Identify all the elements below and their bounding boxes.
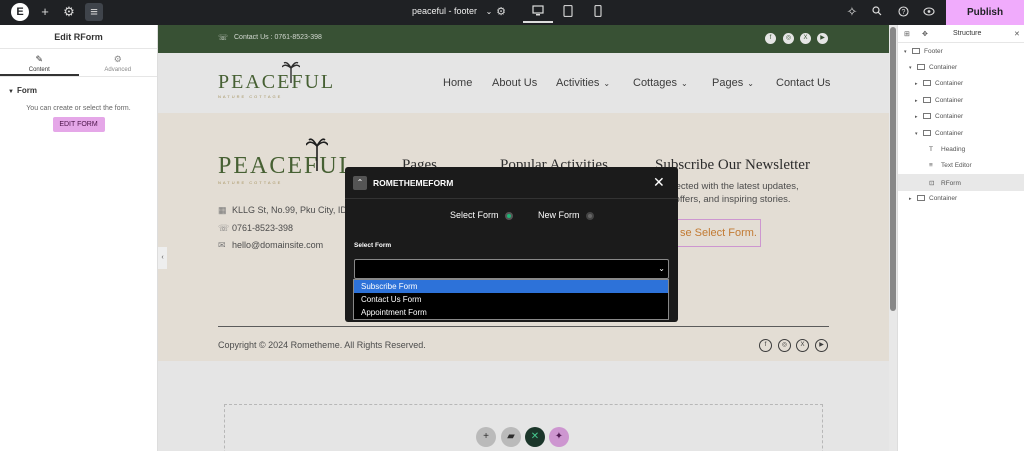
editor-topbar: E + ⚙ ≡ peaceful - footer ⌄ ⚙ ✧ ? Publis… xyxy=(0,0,1024,25)
gear-icon: ⚙ xyxy=(113,54,122,64)
tree-item[interactable]: T Heading xyxy=(929,146,965,153)
section-form-label: Form xyxy=(16,86,37,95)
chevron-down-icon: ⌄ xyxy=(658,264,665,273)
option-select-form-label: Select Form xyxy=(450,210,499,220)
caret-down-icon: ▼ xyxy=(8,89,14,95)
tablet-view-icon[interactable] xyxy=(553,3,583,23)
rometheme-logo-icon: ⌃ xyxy=(353,176,367,190)
tree-arrow-icon: ▾ xyxy=(904,49,907,55)
elementor-logo-icon[interactable]: E xyxy=(11,3,29,21)
option-new-form[interactable]: New Form xyxy=(538,210,595,220)
form-icon: ⊡ xyxy=(929,180,935,187)
move-icon[interactable]: ✥ xyxy=(922,30,928,38)
structure-title: Structure xyxy=(953,30,982,37)
text-editor-icon: ≡ xyxy=(929,162,933,169)
container-icon xyxy=(923,113,931,120)
option-select-form[interactable]: Select Form xyxy=(450,210,514,220)
tree-item[interactable]: ▸ Container xyxy=(915,80,963,87)
search-icon[interactable] xyxy=(868,3,886,21)
notifications-icon[interactable]: ✧ xyxy=(843,3,861,21)
container-icon xyxy=(912,48,920,55)
widget-edit-panel: Edit RForm ✎ Content ⚙ Advanced ▼ Form Yo… xyxy=(0,25,158,451)
tree-item-label: Container xyxy=(929,195,958,202)
tree-item-selected[interactable]: ⊡ RForm xyxy=(929,179,961,187)
help-icon[interactable]: ? xyxy=(894,3,912,21)
form-options-list: Subscribe Form Contact Us Form Appointme… xyxy=(353,279,669,320)
heading-icon: T xyxy=(929,146,933,153)
tree-item[interactable]: ▾ Footer xyxy=(904,48,943,55)
select-form-label: Select Form xyxy=(354,242,392,249)
radio-unselected-icon[interactable] xyxy=(586,211,595,220)
document-title[interactable]: peaceful - footer ⌄ xyxy=(412,6,492,16)
tree-arrow-icon: ▸ xyxy=(915,114,918,120)
tree-item-label: Container xyxy=(935,130,964,137)
structure-panel: ⊞ ✥ Structure ✕ ▾ Footer ▾ Container ▸ Cont… xyxy=(897,25,1024,451)
preview-eye-icon[interactable] xyxy=(920,3,938,21)
svg-text:?: ? xyxy=(901,9,905,16)
section-form-toggle[interactable]: ▼ Form xyxy=(0,77,157,95)
option-subscribe-form[interactable]: Subscribe Form xyxy=(354,280,668,293)
tab-advanced[interactable]: ⚙ Advanced xyxy=(79,49,158,76)
publish-button[interactable]: Publish xyxy=(946,0,1024,25)
tree-item-label: Text Editor xyxy=(941,162,972,169)
close-icon[interactable]: ✕ xyxy=(1014,30,1020,38)
desktop-view-icon[interactable] xyxy=(523,3,553,23)
collapse-panel-handle[interactable]: ‹ xyxy=(158,247,167,269)
document-title-text: peaceful - footer xyxy=(412,6,478,16)
option-new-form-label: New Form xyxy=(538,210,580,220)
tree-item[interactable]: ▾ Container xyxy=(915,130,963,137)
tree-item[interactable]: ▸ Container xyxy=(909,195,957,202)
tree-item-label: Footer xyxy=(924,48,943,55)
tab-content[interactable]: ✎ Content xyxy=(0,49,79,76)
tree-arrow-icon: ▾ xyxy=(909,65,912,71)
tree-item[interactable]: ▸ Container xyxy=(915,97,963,104)
tree-arrow-icon: ▸ xyxy=(909,196,912,202)
page-settings-icon[interactable]: ⚙ xyxy=(492,3,510,21)
tree-item-label: Container xyxy=(935,97,964,104)
tree-item-label: Container xyxy=(935,80,964,87)
canvas-scrollbar[interactable] xyxy=(889,25,897,451)
tab-content-label: Content xyxy=(28,67,50,73)
radio-selected-icon[interactable] xyxy=(505,211,514,220)
tree-item[interactable]: ▾ Container xyxy=(909,64,957,71)
close-icon[interactable]: ✕ xyxy=(653,174,665,191)
structure-header: ⊞ ✥ Structure ✕ xyxy=(898,25,1024,43)
container-icon xyxy=(923,130,931,137)
tree-item[interactable]: ▸ Container xyxy=(915,113,963,120)
container-icon xyxy=(917,195,925,202)
tree-item-label: Heading xyxy=(941,146,966,153)
tree-arrow-icon: ▸ xyxy=(915,81,918,87)
structure-layers-icon[interactable]: ≡ xyxy=(85,3,103,21)
tree-arrow-icon: ▾ xyxy=(915,131,918,137)
tab-advanced-label: Advanced xyxy=(104,67,132,73)
tree-item-label: Container xyxy=(935,113,964,120)
site-settings-icon[interactable]: ⚙ xyxy=(60,3,78,21)
container-icon xyxy=(923,80,931,87)
mobile-view-icon[interactable] xyxy=(583,3,613,23)
edit-form-button[interactable]: EDIT FORM xyxy=(52,117,105,132)
tree-arrow-icon: ▸ xyxy=(915,98,918,104)
modal-header: ⌃ ROMETHEMEFORM ✕ xyxy=(345,167,678,199)
tree-item-label: RForm xyxy=(941,180,961,187)
tree-item-label: Container xyxy=(929,64,958,71)
option-contact-us-form[interactable]: Contact Us Form xyxy=(354,293,668,306)
scrollbar-thumb[interactable] xyxy=(890,27,896,311)
pencil-icon: ✎ xyxy=(35,54,44,64)
add-element-icon[interactable]: + xyxy=(36,3,54,21)
tree-item[interactable]: ≡ Text Editor xyxy=(929,162,972,169)
tree-selection-highlight xyxy=(898,174,1024,191)
form-help-text: You can create or select the form. xyxy=(26,105,131,112)
panel-tabs: ✎ Content ⚙ Advanced xyxy=(0,49,157,77)
container-icon xyxy=(923,97,931,104)
modal-title: ROMETHEMEFORM xyxy=(373,178,454,188)
option-appointment-form[interactable]: Appointment Form xyxy=(354,306,668,319)
form-select-dropdown[interactable]: ⌄ xyxy=(354,259,669,279)
container-icon xyxy=(917,64,925,71)
expand-all-icon[interactable]: ⊞ xyxy=(904,30,910,38)
panel-title: Edit RForm xyxy=(0,25,157,49)
